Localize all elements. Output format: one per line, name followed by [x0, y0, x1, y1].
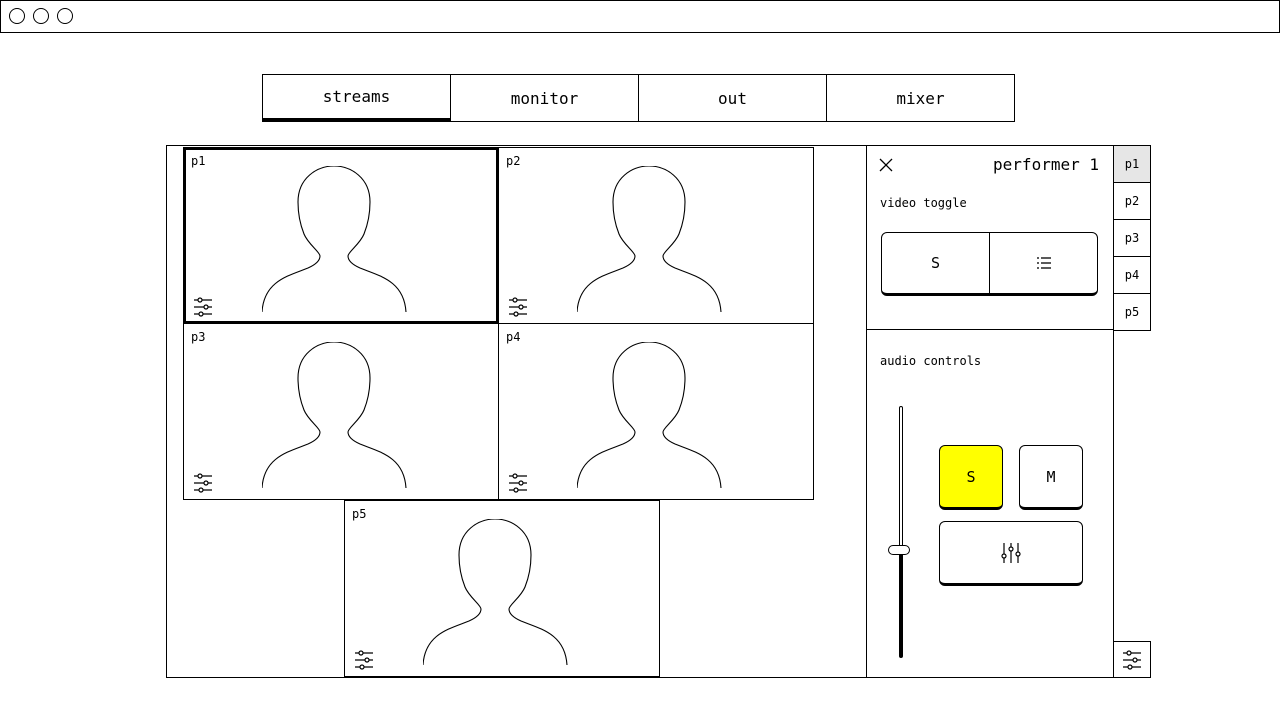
video-solo-button[interactable]: S [882, 233, 989, 293]
performer-title: performer 1 [993, 155, 1099, 174]
stream-settings-icon[interactable] [354, 650, 374, 670]
tab-monitor[interactable]: monitor [450, 74, 639, 122]
selector-item-p5[interactable]: p5 [1113, 293, 1151, 331]
global-settings-button[interactable] [1113, 641, 1151, 678]
audio-controls-label: audio controls [880, 354, 982, 368]
audio-solo-button[interactable]: S [939, 445, 1003, 510]
tab-out[interactable]: out [638, 74, 827, 122]
window-maximize-control[interactable] [57, 8, 73, 24]
list-icon [1036, 257, 1051, 269]
stream-tile-p3[interactable]: p3 [183, 323, 499, 500]
sliders-icon [1001, 542, 1021, 563]
selector-item-p4[interactable]: p4 [1113, 256, 1151, 294]
stream-tile-p2[interactable]: p2 [498, 147, 814, 324]
audio-mute-button[interactable]: M [1019, 445, 1083, 510]
stream-tile-p1[interactable]: p1 [183, 147, 499, 324]
stream-label: p2 [506, 154, 521, 168]
fader-fill [900, 549, 902, 657]
fader-handle[interactable] [888, 545, 910, 555]
tab-mixer[interactable]: mixer [826, 74, 1015, 122]
stream-settings-icon[interactable] [508, 473, 528, 493]
stream-tile-p4[interactable]: p4 [498, 323, 814, 500]
stream-settings-icon[interactable] [508, 297, 528, 317]
stream-label: p4 [506, 330, 521, 344]
performer-selector: p1 p2 p3 p4 p5 [1113, 145, 1151, 331]
settings-sliders-icon [1122, 650, 1142, 670]
stream-settings-icon[interactable] [193, 297, 213, 317]
person-silhouette-icon [577, 166, 737, 316]
stream-label: p3 [191, 330, 206, 344]
main-tabs: streams monitor out mixer [262, 74, 1018, 122]
tab-streams[interactable]: streams [262, 74, 451, 122]
window-titlebar [0, 0, 1280, 33]
performer-panel: performer 1 video toggle S audio control… [866, 145, 1114, 678]
person-silhouette-icon [262, 342, 422, 492]
stream-settings-icon[interactable] [193, 473, 213, 493]
video-toggle-label: video toggle [880, 196, 967, 210]
person-silhouette-icon [262, 166, 422, 316]
selector-item-p2[interactable]: p2 [1113, 182, 1151, 220]
person-silhouette-icon [577, 342, 737, 492]
video-list-button[interactable] [989, 233, 1097, 293]
stream-tile-p5[interactable]: p5 [344, 500, 660, 677]
selector-item-p1[interactable]: p1 [1113, 145, 1151, 183]
stream-label: p5 [352, 507, 367, 521]
close-icon[interactable] [879, 158, 893, 172]
selector-item-p3[interactable]: p3 [1113, 219, 1151, 257]
audio-mixer-button[interactable] [939, 521, 1083, 586]
streams-grid: p1 p2 p3 p4 p5 [166, 145, 867, 678]
video-toggle-group: S [881, 232, 1098, 296]
panel-divider [867, 329, 1113, 330]
volume-fader[interactable] [899, 406, 903, 658]
person-silhouette-icon [423, 519, 583, 669]
window-minimize-control[interactable] [33, 8, 49, 24]
stream-label: p1 [191, 154, 206, 168]
window-close-control[interactable] [9, 8, 25, 24]
